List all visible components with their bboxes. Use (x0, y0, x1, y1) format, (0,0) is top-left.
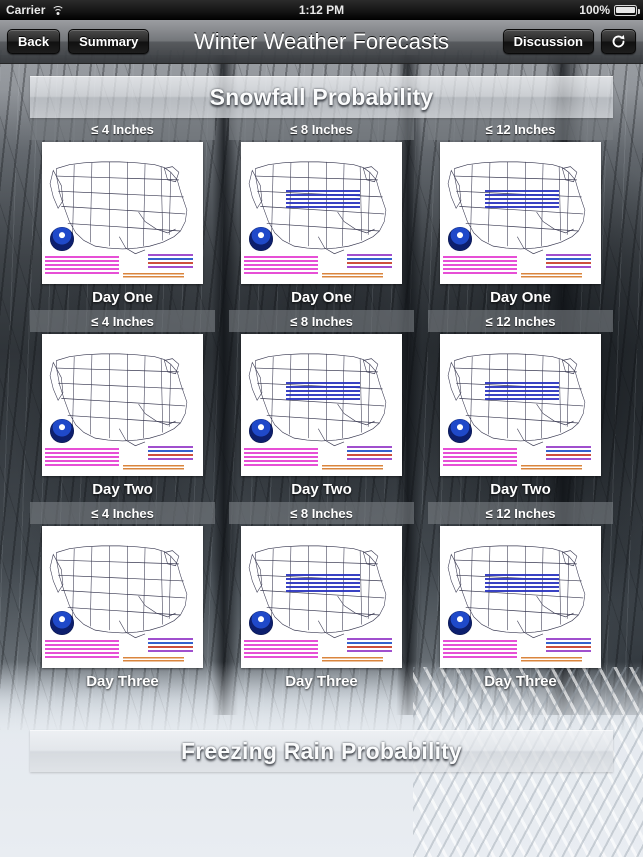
forecast-map-thumbnail[interactable] (42, 334, 203, 476)
map-legend-orange (321, 657, 383, 662)
map-legend-colorbox (148, 254, 194, 270)
forecast-cell[interactable]: ≤ 4 Inches Day Three (30, 502, 215, 694)
cell-day-label: Day One (291, 288, 352, 306)
forecast-cell[interactable]: ≤ 12 Inches Day One (428, 118, 613, 310)
navigation-bar: Back Summary Winter Weather Forecasts Di… (0, 20, 643, 64)
map-legend-magenta (443, 447, 518, 468)
map-legend-magenta (244, 639, 319, 660)
map-probability-text (485, 190, 560, 209)
map-legend-colorbox (347, 446, 393, 462)
map-probability-text (286, 382, 361, 401)
forecast-map-thumbnail[interactable] (440, 526, 601, 668)
map-legend-orange (520, 657, 582, 662)
map-legend-colorbox (546, 638, 592, 654)
cell-threshold-label: ≤ 8 Inches (229, 502, 414, 524)
map-legend-magenta (45, 639, 120, 660)
map-legend-colorbox (546, 254, 592, 270)
battery-full-icon (614, 4, 640, 16)
map-legend-magenta (443, 255, 518, 276)
cell-threshold-label: ≤ 12 Inches (428, 118, 613, 140)
map-legend-magenta (45, 447, 120, 468)
forecast-cell[interactable]: ≤ 8 Inches Day Three (229, 502, 414, 694)
map-legend-magenta (443, 639, 518, 660)
forecast-cell[interactable]: ≤ 8 Inches Day One (229, 118, 414, 310)
forecast-map-thumbnail[interactable] (42, 526, 203, 668)
cell-day-label: Day Three (484, 672, 557, 690)
map-legend-colorbox (546, 446, 592, 462)
map-probability-text (485, 574, 560, 593)
section-title-freezing-rain: Freezing Rain Probability (180, 737, 463, 764)
cell-day-label: Day Three (285, 672, 358, 690)
map-legend-orange (520, 273, 582, 278)
map-legend-magenta (244, 255, 319, 276)
forecast-cell[interactable]: ≤ 12 Inches Day Three (428, 502, 613, 694)
section-header-freezing-rain[interactable]: Freezing Rain Probability (30, 730, 613, 772)
cell-day-label: Day One (490, 288, 551, 306)
forecast-map-thumbnail[interactable] (440, 334, 601, 476)
map-probability-text (286, 574, 361, 593)
forecast-cell[interactable]: ≤ 8 Inches Day Two (229, 310, 414, 502)
status-time: 1:12 PM (298, 3, 345, 17)
summary-button[interactable]: Summary (68, 29, 150, 54)
section-header-snowfall[interactable]: Snowfall Probability (30, 76, 613, 118)
forecast-grid: ≤ 4 Inches Day One ≤ 8 Inches Day One ≤ … (30, 118, 613, 694)
map-probability-text (485, 382, 560, 401)
cell-threshold-label: ≤ 12 Inches (428, 310, 613, 332)
back-button[interactable]: Back (7, 29, 61, 54)
refresh-icon (612, 34, 625, 48)
cell-day-label: Day Two (291, 480, 352, 498)
map-legend-orange (321, 465, 383, 470)
discussion-button[interactable]: Discussion (502, 29, 594, 54)
map-legend-orange (122, 657, 184, 662)
forecast-map-thumbnail[interactable] (42, 142, 203, 284)
map-legend-orange (321, 273, 383, 278)
cell-day-label: Day Three (86, 672, 159, 690)
map-legend-magenta (45, 255, 120, 276)
cell-threshold-label: ≤ 8 Inches (229, 310, 414, 332)
forecast-cell[interactable]: ≤ 12 Inches Day Two (428, 310, 613, 502)
refresh-button[interactable] (601, 29, 636, 54)
cell-threshold-label: ≤ 4 Inches (30, 502, 215, 524)
cell-threshold-label: ≤ 4 Inches (30, 118, 215, 140)
cell-threshold-label: ≤ 8 Inches (229, 118, 414, 140)
cell-threshold-label: ≤ 12 Inches (428, 502, 613, 524)
cell-day-label: Day Two (92, 480, 153, 498)
map-legend-orange (520, 465, 582, 470)
forecast-map-thumbnail[interactable] (440, 142, 601, 284)
cell-day-label: Day One (92, 288, 153, 306)
forecast-map-thumbnail[interactable] (241, 526, 402, 668)
app-root: Carrier 1:12 PM 100% Back Summary Winter… (0, 0, 643, 857)
forecast-cell[interactable]: ≤ 4 Inches Day Two (30, 310, 215, 502)
cell-day-label: Day Two (490, 480, 551, 498)
map-legend-colorbox (148, 638, 194, 654)
cell-threshold-label: ≤ 4 Inches (30, 310, 215, 332)
section-title-snowfall: Snowfall Probability (209, 83, 434, 110)
forecast-map-thumbnail[interactable] (241, 142, 402, 284)
map-legend-colorbox (347, 638, 393, 654)
status-bar: Carrier 1:12 PM 100% (0, 0, 643, 20)
map-legend-magenta (244, 447, 319, 468)
map-legend-orange (122, 465, 184, 470)
map-legend-colorbox (347, 254, 393, 270)
forecast-map-thumbnail[interactable] (241, 334, 402, 476)
map-legend-colorbox (148, 446, 194, 462)
battery-percent-label: 100% (579, 3, 610, 17)
forecast-cell[interactable]: ≤ 4 Inches Day One (30, 118, 215, 310)
map-probability-text (286, 190, 361, 209)
map-legend-orange (122, 273, 184, 278)
